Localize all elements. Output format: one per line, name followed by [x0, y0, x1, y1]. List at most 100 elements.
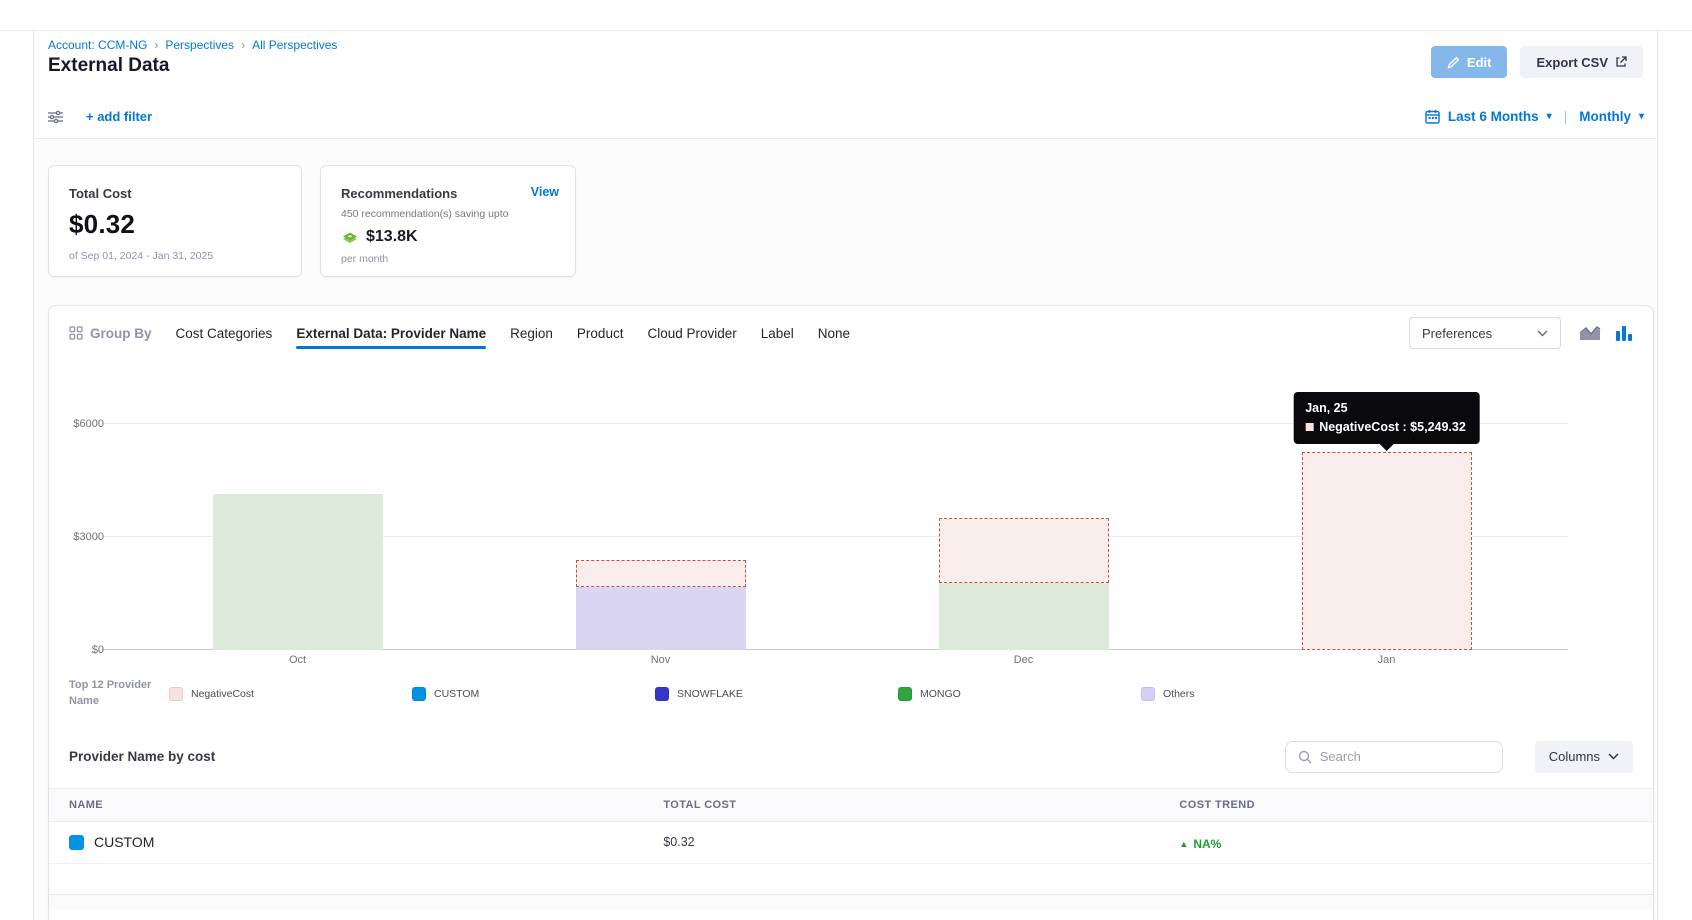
- bar-segment-snowflake-nov[interactable]: [576, 587, 746, 650]
- external-link-icon: [1615, 56, 1627, 68]
- add-filter-button[interactable]: + add filter: [86, 109, 152, 124]
- legend-title: Top 12 Provider Name: [69, 678, 169, 710]
- page-header: Account: CCM-NG › Perspectives › All Per…: [34, 31, 1656, 95]
- columns-button[interactable]: Columns: [1535, 741, 1633, 773]
- chart-legend: Top 12 Provider Name NegativeCost CUSTOM…: [69, 678, 1633, 710]
- breadcrumb: Account: CCM-NG › Perspectives › All Per…: [48, 38, 337, 52]
- x-axis-label-nov: Nov: [479, 654, 842, 666]
- x-axis-label-jan: Jan: [1205, 654, 1568, 666]
- bar-segment-negativecost-jan[interactable]: [1302, 452, 1472, 650]
- bar-chart-icon[interactable]: [1615, 325, 1633, 341]
- tooltip-title: Jan, 25: [1305, 401, 1466, 415]
- trend-up-icon: ▲: [1179, 839, 1188, 849]
- tooltip-series-marker: [1305, 423, 1313, 431]
- bar-segment-mongo-oct[interactable]: [213, 494, 383, 650]
- breadcrumb-chevron-icon: ›: [154, 38, 158, 52]
- tab-cloud-provider[interactable]: Cloud Provider: [647, 326, 736, 341]
- table-row[interactable]: CUSTOM $0.32 ▲ NA%: [49, 822, 1653, 864]
- tab-product[interactable]: Product: [577, 326, 624, 341]
- bar-segment-negativecost-nov[interactable]: [576, 560, 746, 587]
- calendar-icon: [1425, 109, 1440, 124]
- row-name: CUSTOM: [94, 834, 154, 850]
- grid-icon: [69, 326, 83, 340]
- preferences-dropdown[interactable]: Preferences: [1409, 317, 1561, 349]
- legend-swatch-negativecost: [169, 687, 183, 701]
- tab-label[interactable]: Label: [761, 326, 794, 341]
- chevron-down-icon: [1608, 753, 1619, 760]
- chevron-down-icon: [1537, 330, 1548, 337]
- separator: |: [1564, 109, 1568, 124]
- search-icon: [1298, 750, 1312, 764]
- bar-segment-negativecost-dec[interactable]: [939, 518, 1109, 583]
- bar-segment-mongo-dec[interactable]: [939, 583, 1109, 650]
- total-cost-card: Total Cost $0.32 of Sep 01, 2024 - Jan 3…: [48, 165, 302, 277]
- chevron-down-icon[interactable]: ▾: [1639, 111, 1644, 122]
- bottom-band: [49, 895, 1653, 909]
- money-icon: [341, 230, 359, 244]
- header-total-cost[interactable]: TOTAL COST: [663, 799, 1179, 811]
- legend-item-snowflake[interactable]: SNOWFLAKE: [655, 687, 898, 701]
- right-frame-border: [1657, 30, 1658, 920]
- time-controls: Last 6 Months ▾ | Monthly ▾: [1425, 109, 1656, 124]
- stacked-bar-chart: $0$3000$6000 Jan, 25 NegativeCost : $5,2…: [116, 380, 1568, 650]
- bar-slot-nov[interactable]: [479, 424, 842, 650]
- area-chart-icon[interactable]: [1579, 325, 1601, 341]
- search-box[interactable]: [1285, 741, 1503, 773]
- recommendations-summary: 450 recommendation(s) saving upto: [341, 208, 555, 220]
- filter-sliders-icon[interactable]: [47, 110, 64, 124]
- legend-swatch-mongo: [898, 687, 912, 701]
- view-recommendations-link[interactable]: View: [531, 185, 559, 199]
- table-toolbar: Provider Name by cost Columns: [69, 740, 1633, 774]
- row-cost-trend: ▲ NA%: [1179, 837, 1221, 851]
- legend-item-custom[interactable]: CUSTOM: [412, 687, 655, 701]
- table-title: Provider Name by cost: [69, 749, 215, 764]
- y-axis-label-6000: $6000: [73, 418, 104, 430]
- row-series-swatch: [69, 835, 84, 850]
- legend-swatch-others: [1141, 687, 1155, 701]
- tab-external-data-provider-name[interactable]: External Data: Provider Name: [296, 326, 486, 341]
- x-axis-label-dec: Dec: [842, 654, 1205, 666]
- total-cost-period: of Sep 01, 2024 - Jan 31, 2025: [69, 250, 281, 262]
- x-axis-label-oct: Oct: [116, 654, 479, 666]
- breadcrumb-chevron-icon: ›: [241, 38, 245, 52]
- recommendations-card: Recommendations View 450 recommendation(…: [320, 165, 576, 277]
- edit-button[interactable]: Edit: [1431, 46, 1508, 78]
- header-name[interactable]: NAME: [69, 799, 663, 811]
- recommendations-label: Recommendations: [341, 186, 555, 201]
- breadcrumb-perspectives[interactable]: Perspectives: [165, 38, 234, 52]
- chevron-down-icon[interactable]: ▾: [1547, 111, 1552, 122]
- chart-table-panel: Group By Cost Categories External Data: …: [48, 305, 1654, 920]
- export-csv-button[interactable]: Export CSV: [1520, 46, 1643, 78]
- page-title: External Data: [48, 55, 169, 77]
- chart-tooltip: Jan, 25 NegativeCost : $5,249.32: [1293, 392, 1480, 444]
- breadcrumb-account[interactable]: Account: CCM-NG: [48, 38, 147, 52]
- header-actions: Edit Export CSV: [1431, 46, 1643, 78]
- table-header-row: NAME TOTAL COST COST TREND: [49, 788, 1653, 822]
- header-cost-trend[interactable]: COST TREND: [1179, 799, 1633, 811]
- tooltip-value: NegativeCost : $5,249.32: [1319, 420, 1466, 434]
- row-total-cost: $0.32: [663, 835, 1179, 849]
- tab-none[interactable]: None: [818, 326, 850, 341]
- total-cost-value: $0.32: [69, 209, 281, 240]
- total-cost-label: Total Cost: [69, 186, 281, 201]
- legend-item-others[interactable]: Others: [1141, 687, 1384, 701]
- breadcrumb-all-perspectives[interactable]: All Perspectives: [252, 38, 337, 52]
- filter-bar: + add filter Last 6 Months ▾ | Monthly ▾: [34, 95, 1656, 139]
- x-axis-labels: OctNovDecJan: [116, 654, 1568, 666]
- group-by-row: Group By Cost Categories External Data: …: [49, 306, 1653, 360]
- bar-slot-oct[interactable]: [116, 424, 479, 650]
- bar-slot-dec[interactable]: [842, 424, 1205, 650]
- tab-region[interactable]: Region: [510, 326, 553, 341]
- legend-item-mongo[interactable]: MONGO: [898, 687, 1141, 701]
- bar-slot-jan[interactable]: [1205, 424, 1568, 650]
- pencil-icon: [1447, 56, 1460, 69]
- filter-left: + add filter: [34, 109, 152, 124]
- granularity-dropdown[interactable]: Monthly: [1579, 109, 1631, 124]
- group-by-label: Group By: [69, 326, 152, 341]
- tab-cost-categories[interactable]: Cost Categories: [176, 326, 273, 341]
- recommendations-amount: $13.8K: [366, 228, 418, 246]
- recommendations-cadence: per month: [341, 253, 555, 265]
- search-input[interactable]: [1320, 749, 1490, 764]
- time-range-dropdown[interactable]: Last 6 Months: [1448, 109, 1539, 124]
- legend-item-negativecost[interactable]: NegativeCost: [169, 687, 412, 701]
